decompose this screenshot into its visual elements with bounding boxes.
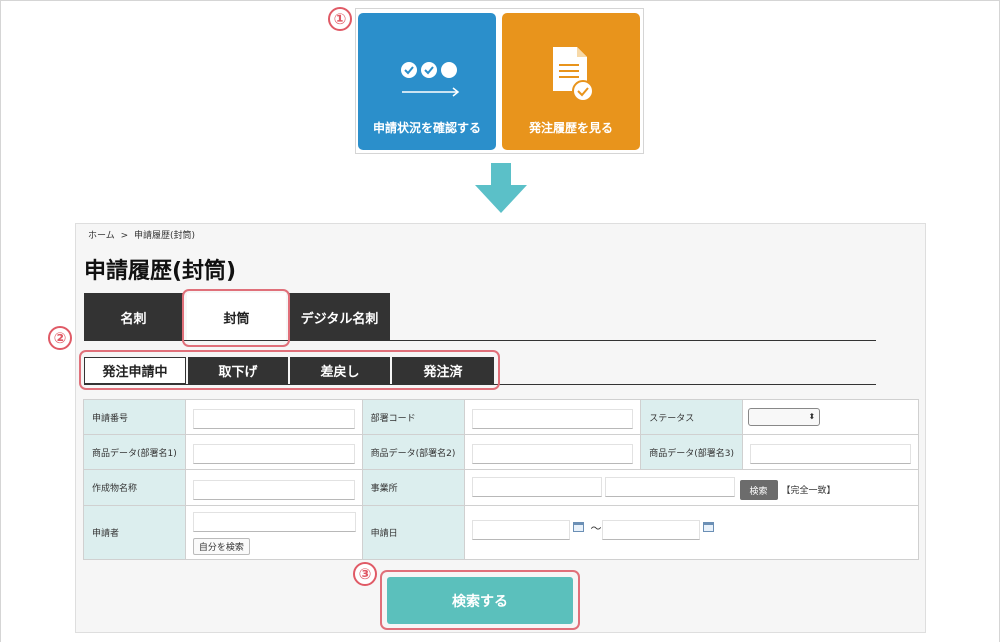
office-input[interactable]	[471, 477, 602, 497]
application-history-panel: ホーム > 申請履歴(封筒) 申請履歴(封筒) 名刺 封筒 デジタル名刺 ② 発…	[48, 223, 926, 633]
self-search-button[interactable]: 自分を検索	[192, 538, 250, 555]
status-select[interactable]: ⬍	[748, 408, 821, 426]
tab-business-card[interactable]: 名刺	[84, 293, 183, 341]
check-status-label: 申請状況を確認する	[372, 121, 481, 135]
label-department-code: 部署コード	[361, 399, 465, 435]
label-application-number: 申請番号	[83, 399, 186, 435]
department-code-input[interactable]	[471, 409, 634, 429]
breadcrumb-current: 申請履歴(封筒)	[134, 231, 196, 241]
application-number-input[interactable]	[192, 409, 355, 429]
created-item-name-input[interactable]	[192, 479, 355, 500]
step-1-marker: ①	[328, 7, 352, 31]
office-name-input[interactable]	[604, 477, 735, 497]
tab-digital-card[interactable]: デジタル名刺	[289, 293, 390, 341]
progress-dots-icon	[401, 62, 460, 97]
exact-match-label: 【完全一致】	[781, 486, 836, 496]
applicant-input[interactable]	[192, 512, 356, 532]
date-from-input[interactable]	[471, 520, 570, 540]
breadcrumb-home[interactable]: ホーム	[88, 231, 115, 241]
step-3-marker: ③	[353, 562, 377, 586]
calendar-icon[interactable]	[572, 522, 584, 532]
document-check-icon	[553, 47, 594, 102]
date-range-tilde: 〜	[590, 522, 602, 535]
breadcrumb: ホーム > 申請履歴(封筒)	[88, 231, 196, 241]
label-product-data-2: 商品データ(部署名2)	[361, 434, 465, 470]
page-title: 申請履歴(封筒)	[84, 259, 237, 284]
label-product-data-3: 商品データ(部署名3)	[640, 434, 744, 470]
calendar-icon[interactable]	[702, 522, 714, 532]
date-to-input[interactable]	[601, 520, 700, 540]
product-data-3-input[interactable]	[750, 444, 911, 464]
arrow-down-icon	[475, 163, 527, 213]
highlight-subtabs	[79, 350, 500, 390]
label-product-data-1: 商品データ(部署名1)	[83, 434, 186, 470]
label-status: ステータス	[640, 399, 744, 435]
menu-box: 申請状況を確認する 発注履歴を見る	[355, 8, 644, 154]
label-office: 事業所	[361, 469, 465, 506]
label-created-item-name: 作成物名称	[83, 469, 186, 506]
search-form-table: 申請番号 部署コード ステータス ⬍ 商品データ(部署名1) 商品データ(部署名…	[83, 399, 920, 560]
highlight-envelope-tab	[182, 289, 290, 347]
highlight-submit-button	[380, 570, 580, 630]
check-status-tile[interactable]: 申請状況を確認する	[358, 13, 496, 150]
step-2-marker: ②	[48, 326, 72, 350]
order-history-label: 発注履歴を見る	[528, 121, 613, 135]
order-history-tile[interactable]: 発注履歴を見る	[502, 13, 640, 150]
product-data-2-input[interactable]	[471, 444, 634, 464]
office-search-button[interactable]: 検索	[739, 480, 778, 500]
label-application-date: 申請日	[361, 505, 465, 560]
label-applicant: 申請者	[83, 505, 186, 560]
product-data-1-input[interactable]	[192, 444, 355, 464]
